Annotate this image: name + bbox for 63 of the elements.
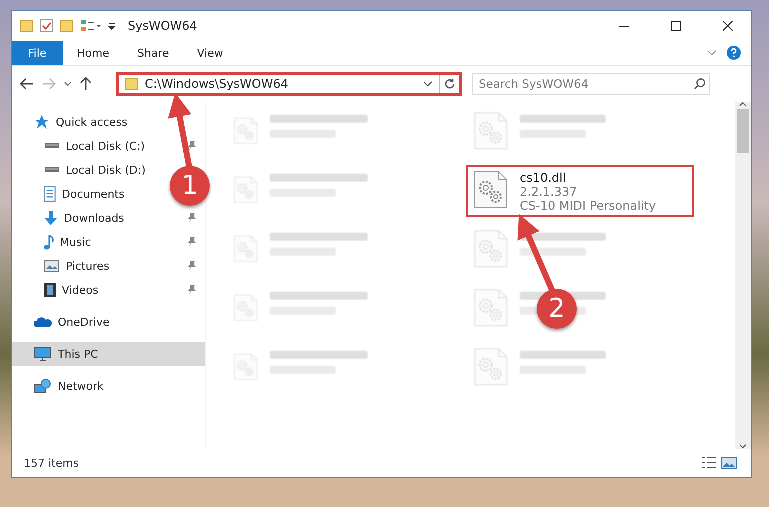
- help-icon[interactable]: [727, 46, 741, 60]
- file-name: cs10.dll: [520, 171, 568, 185]
- drive-icon: [44, 167, 60, 173]
- document-icon: [44, 186, 56, 202]
- sidebar-item[interactable]: Local Disk (C:): [12, 134, 152, 158]
- ribbon-tab[interactable]: Share: [123, 41, 184, 65]
- back-arrow-icon[interactable]: [20, 78, 34, 90]
- scroll-down-icon[interactable]: [739, 444, 747, 449]
- sidebar-item[interactable]: Pictures: [12, 254, 116, 278]
- sidebar-item[interactable]: Network: [12, 374, 110, 398]
- search-field[interactable]: Search SysWOW64: [472, 73, 710, 95]
- ribbon-tab[interactable]: Home: [63, 41, 124, 65]
- sidebar-item[interactable]: Documents: [12, 182, 131, 206]
- close-icon: [723, 21, 733, 31]
- cloud-icon: [34, 317, 52, 327]
- film-icon: [44, 283, 56, 297]
- sidebar-item[interactable]: Downloads: [12, 206, 130, 230]
- thumbnail-view-button[interactable]: [719, 455, 739, 471]
- chevron-down-icon[interactable]: [423, 81, 433, 87]
- down-arrow-icon: [44, 210, 58, 226]
- folder-icon: [20, 20, 34, 32]
- maximize-icon: [671, 21, 681, 31]
- details-view-button[interactable]: [699, 455, 719, 471]
- sidebar-item[interactable]: Quick access: [12, 110, 134, 134]
- ribbon-tab[interactable]: View: [183, 41, 238, 65]
- gear-file-icon: [474, 171, 508, 209]
- network-icon: [34, 378, 52, 394]
- folder-icon[interactable]: [60, 20, 74, 32]
- address-path: C:\Windows\SysWOW64: [145, 77, 290, 91]
- window-title: SysWOW64: [128, 19, 198, 33]
- checklist-icon[interactable]: [40, 19, 54, 33]
- chevron-down-icon[interactable]: [64, 82, 72, 86]
- drive-icon: [44, 143, 60, 149]
- properties-icon[interactable]: [80, 20, 102, 32]
- sidebar-item[interactable]: Videos: [12, 278, 105, 302]
- scrollbar-thumb[interactable]: [737, 109, 749, 153]
- pin-icon[interactable]: [187, 140, 197, 152]
- list-icon: [701, 457, 717, 469]
- blurred-text-bar: [520, 248, 586, 256]
- scroll-up-icon[interactable]: [739, 102, 747, 107]
- address-bar[interactable]: C:\Windows\SysWOW64: [116, 72, 462, 96]
- up-arrow-icon[interactable]: [80, 77, 92, 91]
- picture-icon: [44, 260, 60, 272]
- star-icon: [34, 114, 50, 130]
- ribbon-tab[interactable]: File: [12, 41, 63, 65]
- pin-icon[interactable]: [187, 212, 197, 224]
- computer-icon: [34, 346, 52, 362]
- pin-icon[interactable]: [187, 284, 197, 296]
- pin-icon[interactable]: [187, 236, 197, 248]
- scrollbar[interactable]: [735, 102, 751, 449]
- pin-icon[interactable]: [187, 260, 197, 272]
- sidebar-item[interactable]: Local Disk (D:): [12, 158, 152, 182]
- dropdown-icon[interactable]: [108, 22, 116, 30]
- sidebar-item[interactable]: Music: [12, 230, 98, 254]
- picture-icon: [721, 457, 737, 469]
- file-detail: 2.2.1.337: [520, 185, 578, 199]
- sidebar-item[interactable]: This PC: [12, 342, 205, 366]
- item-count: 157 items: [24, 456, 80, 470]
- refresh-icon: [444, 78, 456, 90]
- folder-icon: [125, 78, 139, 90]
- file-detail: CS-10 MIDI Personality: [520, 199, 656, 213]
- music-note-icon: [44, 234, 54, 250]
- sidebar-item[interactable]: OneDrive: [12, 310, 116, 334]
